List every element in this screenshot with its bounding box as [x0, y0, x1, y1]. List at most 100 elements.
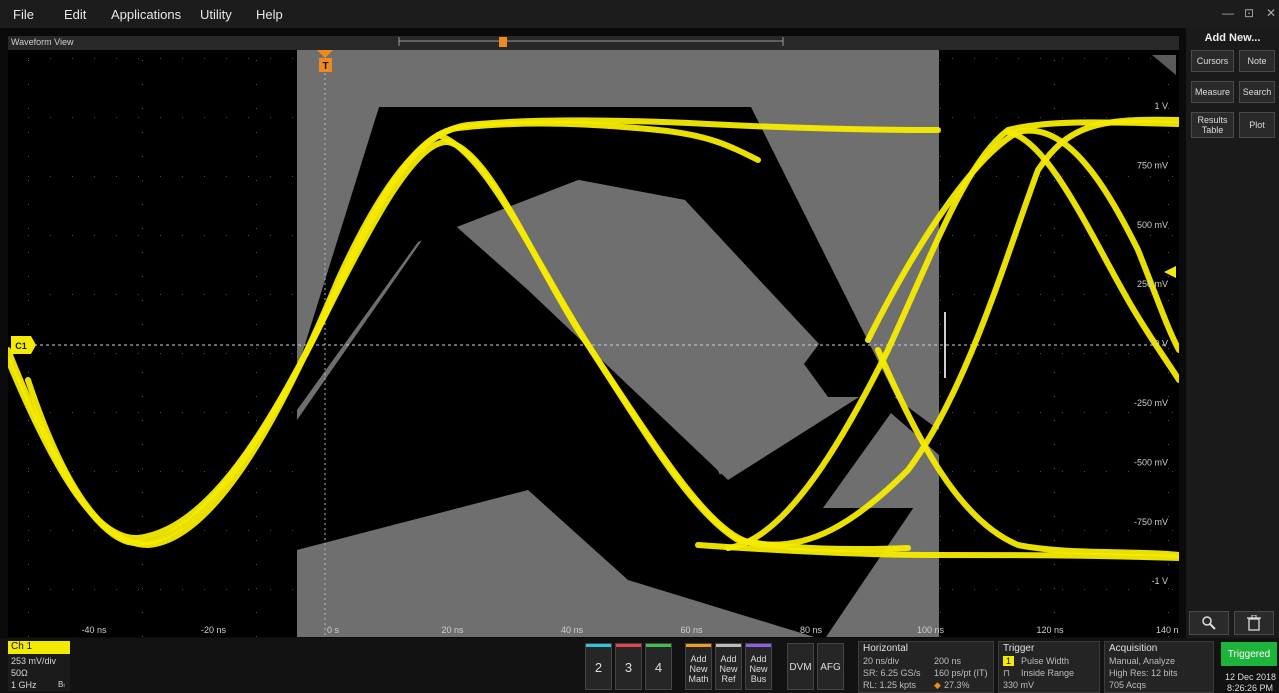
trigger-condition: Inside Range — [1021, 668, 1075, 678]
grid-dot — [940, 252, 941, 253]
grid-dot — [1018, 353, 1019, 354]
grid-dot — [160, 471, 161, 472]
grid-dot — [28, 276, 29, 277]
grid-dot — [204, 58, 205, 59]
grid-dot — [974, 471, 975, 472]
grid-dot — [28, 204, 29, 205]
grid-dot — [1054, 324, 1055, 325]
grid-dot — [1172, 235, 1173, 236]
plot-corner-badge-icon[interactable] — [1152, 55, 1176, 75]
results-table-button[interactable]: Results Table — [1191, 112, 1234, 138]
grid-dot — [940, 276, 941, 277]
menu-file[interactable]: File — [13, 7, 34, 22]
grid-dot — [1168, 348, 1169, 349]
grid-dot — [72, 235, 73, 236]
grid-dot — [940, 132, 941, 133]
restore-icon[interactable]: ⊡ — [1244, 6, 1254, 20]
x-axis-label: 120 ns — [1036, 625, 1064, 635]
minimize-icon[interactable]: — — [1222, 6, 1234, 20]
grid-dot — [28, 294, 29, 295]
trigger-panel[interactable]: Trigger 1 Pulse Width ⊓ Inside Range 330… — [998, 641, 1100, 693]
x-axis-label: 20 ns — [441, 625, 464, 635]
grid-dot — [138, 294, 139, 295]
grid-dot — [50, 235, 51, 236]
grid-dot — [1054, 132, 1055, 133]
grid-dot — [256, 612, 257, 613]
add-new-ref-button[interactable]: Add New Ref — [715, 643, 742, 690]
grid-dot — [1106, 235, 1107, 236]
add-new-math-button[interactable]: Add New Math — [685, 643, 712, 690]
grid-dot — [256, 228, 257, 229]
grid-dot — [952, 176, 953, 177]
measure-button[interactable]: Measure — [1191, 81, 1234, 103]
x-axis-label: 40 ns — [561, 625, 584, 635]
grid-dot — [256, 60, 257, 61]
trigger-level-arrow[interactable] — [1164, 266, 1176, 278]
timebase-overview[interactable] — [8, 36, 1179, 50]
grid-dot — [1054, 300, 1055, 301]
menu-applications[interactable]: Applications — [111, 7, 181, 22]
plot-button[interactable]: Plot — [1239, 112, 1275, 138]
grid-dot — [1168, 444, 1169, 445]
grid-dot — [160, 353, 161, 354]
zoom-icon[interactable] — [1189, 611, 1229, 635]
grid-dot — [1150, 530, 1151, 531]
close-icon[interactable]: ✕ — [1266, 6, 1276, 20]
search-button[interactable]: Search — [1239, 81, 1275, 103]
grid-dot — [1040, 353, 1041, 354]
menu-utility[interactable]: Utility — [200, 7, 232, 22]
grid-dot — [142, 588, 143, 589]
grid-dot — [142, 612, 143, 613]
grid-dot — [142, 252, 143, 253]
grid-dot — [142, 420, 143, 421]
acquisition-panel[interactable]: Acquisition Manual, Analyze High Res: 12… — [1104, 641, 1214, 693]
grid-dot — [248, 471, 249, 472]
waveform-plot[interactable]: 1 V 750 mV 500 mV 250 mV 0 V -250 mV -500 mV -7… — [8, 50, 1179, 637]
grid-dot — [1062, 235, 1063, 236]
channel-marker-label: C1 — [15, 341, 27, 351]
grid-dot — [1054, 156, 1055, 157]
grid-dot — [28, 60, 29, 61]
grid-dot — [138, 412, 139, 413]
grid-dot — [940, 204, 941, 205]
channel-4-color — [646, 644, 671, 647]
note-button[interactable]: Note — [1239, 50, 1275, 72]
grid-dot — [248, 58, 249, 59]
grid-dot — [116, 235, 117, 236]
grid-dot — [226, 294, 227, 295]
grid-dot — [248, 353, 249, 354]
channel-2-button[interactable]: 2 — [585, 643, 612, 690]
grid-dot — [182, 353, 183, 354]
grid-dot — [1172, 412, 1173, 413]
grid-dot — [182, 176, 183, 177]
grid-dot — [1106, 117, 1107, 118]
menu-help[interactable]: Help — [256, 7, 283, 22]
grid-dot — [1040, 294, 1041, 295]
cursors-button[interactable]: Cursors — [1191, 50, 1234, 72]
dvm-button[interactable]: DVM — [787, 643, 814, 690]
grid-dot — [1128, 353, 1129, 354]
channel-3-button[interactable]: 3 — [615, 643, 642, 690]
grid-dot — [256, 276, 257, 277]
grid-dot — [72, 530, 73, 531]
trash-icon[interactable] — [1234, 611, 1274, 635]
grid-dot — [292, 117, 293, 118]
menu-edit[interactable]: Edit — [64, 7, 86, 22]
grid-dot — [142, 276, 143, 277]
add-new-bus-button[interactable]: Add New Bus — [745, 643, 772, 690]
channel-4-button[interactable]: 4 — [645, 643, 672, 690]
grid-dot — [1054, 492, 1055, 493]
grid-dot — [940, 612, 941, 613]
grid-dot — [940, 636, 941, 637]
grid-dot — [952, 353, 953, 354]
grid-dot — [996, 235, 997, 236]
grid-dot — [28, 108, 29, 109]
horizontal-panel[interactable]: Horizontal 20 ns/div SR: 6.25 GS/s RL: 1… — [858, 641, 994, 693]
grid-dot — [160, 176, 161, 177]
grid-dot — [1062, 117, 1063, 118]
grid-dot — [94, 58, 95, 59]
grid-dot — [1150, 471, 1151, 472]
afg-button[interactable]: AFG — [817, 643, 844, 690]
grid-dot — [116, 412, 117, 413]
grid-dot — [256, 84, 257, 85]
